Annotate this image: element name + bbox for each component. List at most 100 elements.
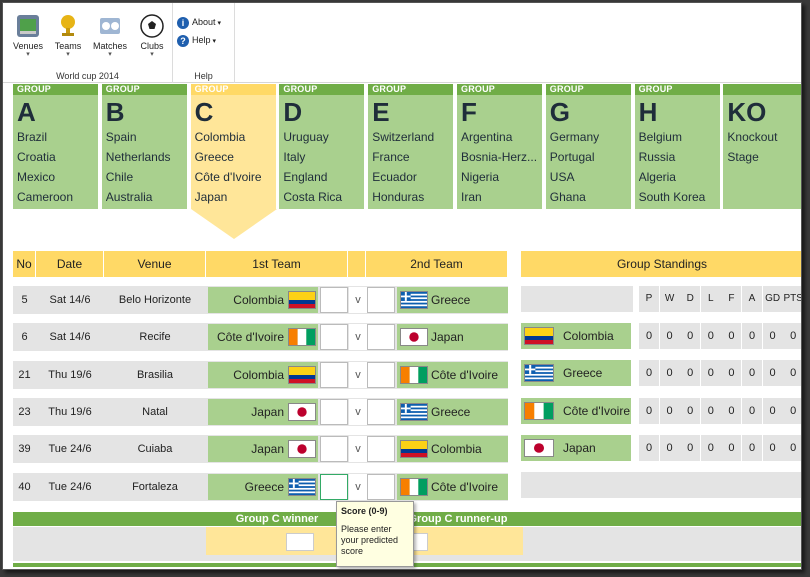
active-group-arrow bbox=[190, 209, 277, 239]
team2-score-input[interactable] bbox=[367, 287, 395, 313]
standings-value: 0 bbox=[762, 434, 783, 461]
versus-label: v bbox=[349, 287, 367, 313]
group-letter: C bbox=[194, 97, 214, 127]
group-letter: D bbox=[283, 97, 303, 127]
group-team: Japan bbox=[194, 190, 228, 204]
chevron-down-icon: ▾ bbox=[215, 20, 221, 27]
group-team: Ghana bbox=[549, 190, 586, 204]
group-team: Mexico bbox=[17, 170, 56, 184]
team1-flag-icon bbox=[288, 328, 316, 347]
help-button[interactable]: ? Help ▾ bbox=[177, 33, 216, 47]
group-team: Netherlands bbox=[105, 150, 171, 164]
group-tile-e[interactable]: GROUP E Switzerland France Ecuador Honduras bbox=[368, 83, 455, 209]
team1-flag-icon bbox=[288, 477, 316, 496]
standings-row: Japan 0 0 0 0 0 0 0 0 bbox=[521, 434, 801, 461]
standings-value: 0 bbox=[639, 434, 659, 461]
about-button[interactable]: i About ▾ bbox=[177, 15, 221, 29]
group-team: Russia bbox=[638, 150, 676, 164]
team2-flag-icon bbox=[400, 402, 428, 421]
standings-value: 0 bbox=[680, 434, 701, 461]
group-word: GROUP bbox=[194, 84, 229, 94]
venues-icon bbox=[17, 15, 39, 37]
standings-blank-row bbox=[521, 472, 801, 498]
group-team: Côte d'Ivoire bbox=[194, 170, 262, 184]
versus-label: v bbox=[349, 324, 367, 351]
group-team-list: Spain Netherlands Chile Australia bbox=[106, 130, 185, 210]
standings-value: 0 bbox=[721, 397, 742, 424]
team2-flag-icon bbox=[400, 291, 428, 309]
standings-blank-cell bbox=[521, 286, 633, 312]
group-word: GROUP bbox=[372, 84, 407, 94]
group-tile-f[interactable]: GROUP F Argentina Bosnia-Herz... Nigeria Iran bbox=[457, 83, 543, 209]
teams-button[interactable]: Teams ▾ bbox=[49, 13, 87, 65]
group-winner-input[interactable] bbox=[286, 533, 314, 551]
versus-label: v bbox=[349, 361, 367, 388]
group-team: France bbox=[372, 150, 410, 164]
tooltip-body: Please enter your predicted score bbox=[341, 524, 399, 556]
group-team-list: Colombia Greece Côte d'Ivoire Japan bbox=[195, 130, 274, 210]
standings-value: 0 bbox=[783, 434, 801, 461]
col-date-header: Date bbox=[36, 251, 104, 277]
clubs-button[interactable]: Clubs ▾ bbox=[133, 13, 171, 65]
group-tile-a[interactable]: GROUP A Brazil Croatia Mexico Cameroon bbox=[13, 83, 99, 209]
standings-value: 0 bbox=[700, 360, 721, 387]
match-date: Sat 14/6 bbox=[49, 331, 91, 344]
group-tile-h[interactable]: GROUP H Belgium Russia Algeria South Korea bbox=[634, 83, 721, 209]
standings-value: 0 bbox=[783, 360, 801, 387]
team2-flag-icon bbox=[400, 328, 428, 347]
versus-label: v bbox=[349, 473, 367, 500]
group-letter: H bbox=[638, 97, 658, 127]
match-venue: Fortaleza bbox=[132, 480, 178, 493]
standings-flag-icon bbox=[524, 401, 554, 420]
team2-score-input[interactable] bbox=[367, 398, 395, 425]
group-tile-ko[interactable]: KO Knockout Stage bbox=[723, 83, 801, 209]
group-tile-d[interactable]: GROUP D Uruguay Italy England Costa Rica bbox=[279, 83, 366, 209]
team1-score-input[interactable] bbox=[320, 287, 348, 313]
chevron-down-icon: ▾ bbox=[210, 38, 216, 45]
col-vs-header bbox=[348, 251, 366, 277]
team2-score-input[interactable] bbox=[367, 436, 395, 463]
standings-col-d: D bbox=[680, 286, 701, 312]
team1-flag-icon bbox=[288, 440, 316, 459]
team1-score-input[interactable] bbox=[320, 324, 348, 351]
team2-score-input[interactable] bbox=[367, 361, 395, 388]
help-label: Help bbox=[192, 35, 211, 45]
team2-score-input[interactable] bbox=[367, 473, 395, 500]
group-team: Colombia bbox=[194, 130, 246, 144]
group-tile-c[interactable]: GROUP C Colombia Greece Côte d'Ivoire Japan bbox=[190, 83, 277, 239]
match-date: Thu 19/6 bbox=[48, 368, 92, 381]
team1-score-input[interactable] bbox=[320, 436, 348, 463]
group-team: South Korea bbox=[638, 190, 706, 204]
group-team: Uruguay bbox=[283, 130, 329, 144]
standings-col-gd: GD bbox=[762, 286, 783, 312]
team1-flag-icon bbox=[288, 291, 316, 309]
matches-button[interactable]: Matches ▾ bbox=[91, 13, 129, 65]
team1-score-input[interactable] bbox=[320, 398, 348, 425]
match-venue: Cuiaba bbox=[137, 443, 173, 456]
ribbon-group-label: World cup 2014 bbox=[56, 71, 119, 81]
standings-value: 0 bbox=[700, 434, 721, 461]
team1-score-input[interactable] bbox=[320, 473, 348, 500]
group-letter: F bbox=[461, 97, 477, 127]
about-label: About bbox=[192, 17, 216, 27]
match-venue: Recife bbox=[139, 331, 171, 344]
group-team: Portugal bbox=[549, 150, 595, 164]
group-letter: B bbox=[105, 97, 125, 127]
tooltip-title: Score (0-9) bbox=[341, 506, 388, 516]
venues-button[interactable]: Venues ▾ bbox=[9, 13, 47, 65]
clubs-label: Clubs bbox=[140, 41, 164, 51]
standings-header: Group Standings bbox=[521, 251, 801, 277]
group-tile-b[interactable]: GROUP B Spain Netherlands Chile Australia bbox=[101, 83, 188, 210]
group-team: Bosnia-Herz... bbox=[461, 150, 538, 164]
group-team: Iran bbox=[461, 190, 482, 204]
teams-label: Teams bbox=[54, 41, 82, 51]
team2-score-input[interactable] bbox=[367, 324, 395, 351]
group-tile-g[interactable]: GROUP G Germany Portugal USA Ghana bbox=[545, 83, 632, 209]
standings-flag-icon bbox=[524, 438, 554, 457]
standings-col-f: F bbox=[721, 286, 742, 312]
group-team: USA bbox=[549, 170, 575, 184]
match-no: 40 bbox=[18, 480, 31, 493]
team1-score-input[interactable] bbox=[320, 361, 348, 388]
standings-col-a: A bbox=[742, 286, 762, 312]
standings-col-p: P bbox=[639, 286, 659, 312]
